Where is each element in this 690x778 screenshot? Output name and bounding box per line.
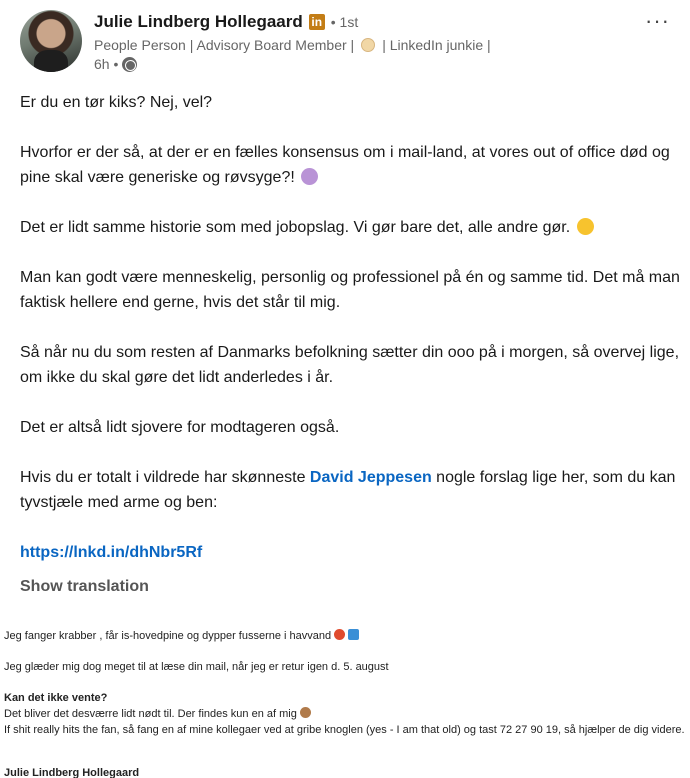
post-paragraph: Hvorfor er der så, at der er en fælles k…: [20, 140, 680, 190]
crab-icon: [334, 629, 346, 640]
image-text-line: Det bliver det desværre lidt nødt til. D…: [4, 706, 311, 722]
image-text: Jeg fanger krabber , får is-hovedpine og…: [4, 630, 332, 642]
image-text-line: If shit really hits the fan, så fang en …: [4, 724, 685, 736]
post-paragraph-text: Det er lidt samme historie som med jobop…: [20, 219, 571, 236]
post-body: Er du en tør kiks? Nej, vel? Hvorfor er …: [20, 90, 680, 590]
more-options-button[interactable]: ···: [645, 8, 670, 34]
image-text: Det bliver det desværre lidt nødt til. D…: [4, 708, 297, 720]
person-emoji-icon: [361, 38, 376, 52]
post-time: 6h •: [94, 56, 119, 72]
post-paragraph: Så når nu du som resten af Danmarks befo…: [20, 344, 680, 386]
post-header: Julie Lindberg Hollegaard in • 1st Peopl…: [20, 8, 670, 76]
avatar[interactable]: [20, 10, 82, 72]
headline-part-1: People Person | Advisory Board Member |: [94, 37, 355, 53]
post-paragraph: Det er lidt samme historie som med jobop…: [20, 215, 680, 240]
face-blowing-kiss-icon: [576, 218, 594, 235]
see-no-evil-monkey-icon: [299, 707, 311, 718]
connection-degree: • 1st: [330, 14, 359, 30]
image-text-line: Jeg fanger krabber , får is-hovedpine og…: [4, 628, 360, 644]
shared-link[interactable]: https://lnkd.in/dhNbr5Rf: [20, 544, 202, 561]
image-signature: Julie Lindberg Hollegaard: [4, 767, 140, 778]
globe-icon: [122, 56, 138, 72]
image-text-line: Jeg glæder mig dog meget til at læse din…: [4, 661, 389, 673]
post-paragraph: Hvis du er totalt i vildrede har skønnes…: [20, 465, 680, 515]
image-text-heading: Kan det ikke vente?: [4, 692, 108, 704]
post-paragraph: Man kan godt være menneskelig, personlig…: [20, 269, 680, 311]
author-row: Julie Lindberg Hollegaard in • 1st: [94, 12, 358, 32]
wave-icon: [348, 629, 360, 640]
author-name[interactable]: Julie Lindberg Hollegaard: [94, 12, 303, 32]
person-shrugging-icon: [301, 168, 319, 185]
author-headline: People Person | Advisory Board Member | …: [94, 37, 491, 53]
show-translation-button[interactable]: Show translation: [20, 578, 149, 596]
linkedin-premium-icon: in: [308, 14, 325, 30]
post-paragraph: Det er altså lidt sjovere for modtageren…: [20, 419, 340, 436]
post-meta: 6h •: [94, 56, 138, 72]
post-paragraph: Er du en tør kiks? Nej, vel?: [20, 94, 213, 111]
mention-link[interactable]: David Jeppesen: [310, 469, 432, 486]
post-paragraph-text: Hvorfor er der så, at der er en fælles k…: [20, 144, 670, 186]
post-paragraph: https://lnkd.in/dhNbr5Rf: [20, 540, 680, 565]
headline-part-2: | LinkedIn junkie |: [382, 37, 491, 53]
post-paragraph-text: Hvis du er totalt i vildrede har skønnes…: [20, 469, 310, 486]
